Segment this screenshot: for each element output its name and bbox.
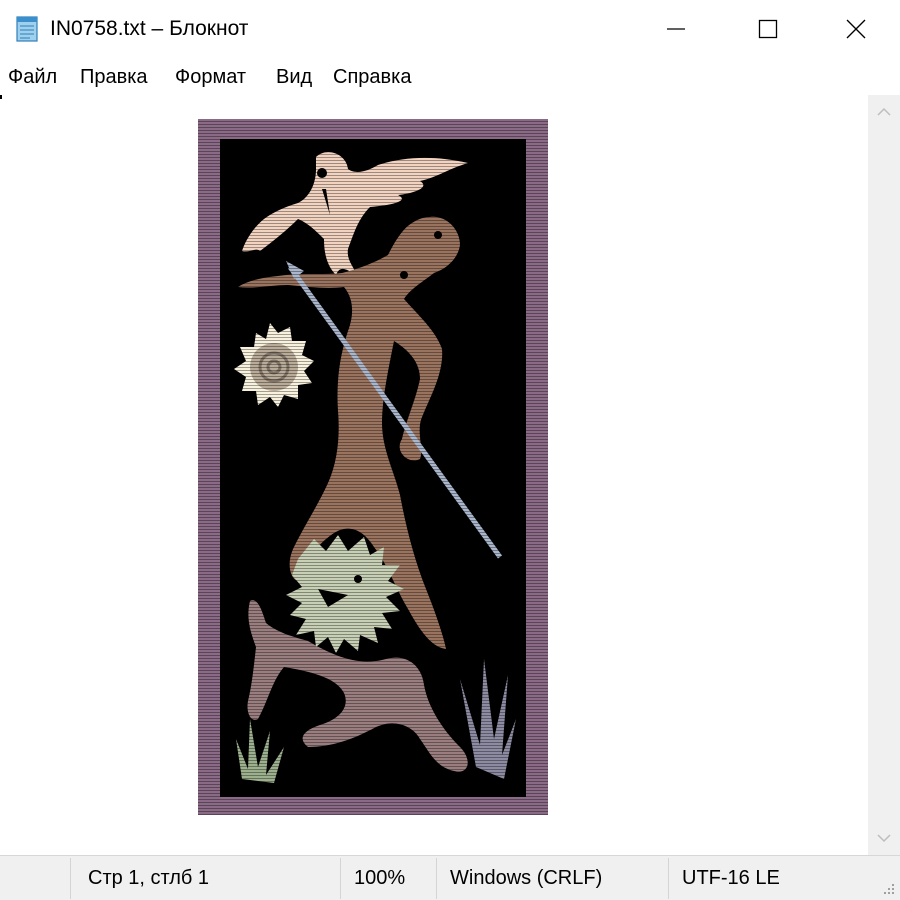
chevron-down-icon <box>877 834 891 843</box>
status-line-endings: Windows (CRLF) <box>450 867 603 889</box>
status-separator <box>70 858 71 899</box>
close-button[interactable] <box>810 0 900 57</box>
status-bar: Стр 1, стлб 1 100% Windows (CRLF) UTF-16… <box>0 855 900 900</box>
menu-file[interactable]: Файл <box>8 64 57 90</box>
close-icon <box>846 19 866 38</box>
status-zoom: 100% <box>354 867 406 889</box>
vertical-scrollbar[interactable] <box>868 95 900 855</box>
window-title: IN0758.txt – Блокнот <box>50 17 249 40</box>
maximize-button[interactable] <box>722 0 814 57</box>
status-separator <box>668 858 669 899</box>
status-cursor-position: Стр 1, стлб 1 <box>88 867 210 889</box>
chevron-up-icon <box>877 107 891 116</box>
minimize-button[interactable] <box>630 0 722 57</box>
menu-view[interactable]: Вид <box>276 64 312 90</box>
resize-grip-icon[interactable] <box>882 882 896 896</box>
text-editor-area[interactable] <box>0 95 868 855</box>
scroll-down-button[interactable] <box>868 821 900 855</box>
ascii-art-image <box>198 119 548 815</box>
menu-format[interactable]: Формат <box>175 64 246 90</box>
menu-bar: Файл Правка Формат Вид Справка <box>0 57 900 95</box>
scroll-up-button[interactable] <box>868 95 900 129</box>
status-separator <box>340 858 341 899</box>
notepad-icon <box>16 16 38 42</box>
maximize-icon <box>758 19 778 38</box>
status-separator <box>436 858 437 899</box>
title-bar: IN0758.txt – Блокнот <box>0 0 900 57</box>
menu-edit[interactable]: Правка <box>80 64 148 90</box>
status-encoding: UTF-16 LE <box>682 867 780 889</box>
minimize-icon <box>667 27 685 30</box>
text-caret <box>0 95 2 99</box>
menu-help[interactable]: Справка <box>333 64 411 90</box>
